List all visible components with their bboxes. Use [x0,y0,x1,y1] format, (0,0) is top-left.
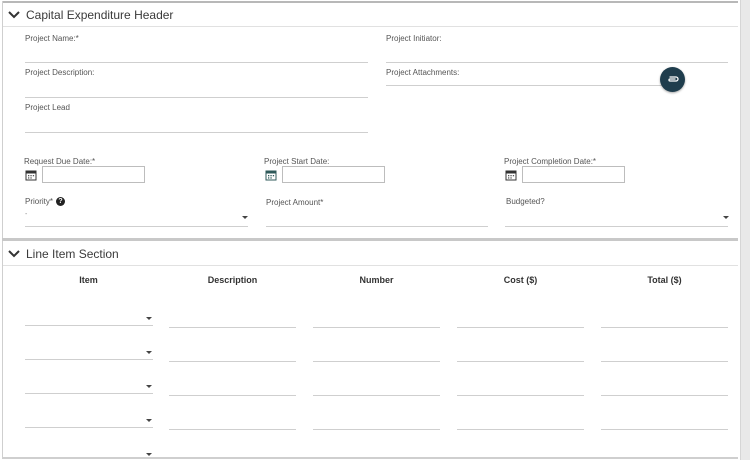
section-title: Line Item Section [26,246,119,261]
project-completion-date-label: Project Completion Date:* [504,157,597,166]
priority-select[interactable] [25,226,248,227]
line-item-section-toggle[interactable]: Line Item Section [3,242,738,266]
total-input[interactable] [601,327,728,328]
calendar-icon[interactable] [25,168,37,181]
budgeted-select[interactable] [505,226,728,227]
paperclip-icon [667,71,679,89]
caret-down-icon[interactable] [242,216,248,219]
column-header-description: Description [207,275,258,285]
caret-down-icon[interactable] [146,453,152,456]
project-attachments-field [386,85,664,86]
caret-down-icon[interactable] [146,317,152,320]
column-header-item: Item [79,275,98,285]
scrollbar-track[interactable] [740,0,750,460]
cost-input[interactable] [457,327,584,328]
form-window: Capital Expenditure Header Project Name:… [0,0,750,460]
project-completion-date-input[interactable] [522,166,625,183]
project-name-label: Project Name:* [25,34,79,43]
number-input[interactable] [313,361,440,362]
column-header-total: Total ($) [647,275,682,285]
help-circle-icon[interactable]: ? [56,197,65,206]
section-divider [2,238,738,241]
project-start-date-label: Project Start Date: [264,157,330,166]
project-lead-input[interactable] [25,132,368,133]
bottom-border [2,457,738,459]
request-due-date-label: Request Due Date:* [24,157,96,166]
project-description-input[interactable] [25,97,368,98]
number-input[interactable] [313,429,440,430]
total-input[interactable] [601,395,728,396]
description-input[interactable] [169,327,296,328]
project-lead-label: Project Lead [25,103,70,112]
section-title: Capital Expenditure Header [26,7,174,22]
attach-button[interactable] [660,67,685,92]
item-select[interactable] [25,393,153,394]
project-attachments-label: Project Attachments: [386,68,460,77]
column-header-cost: Cost ($) [503,275,538,285]
project-amount-label: Project Amount* [266,198,324,207]
cost-input[interactable] [457,361,584,362]
caret-down-icon[interactable] [146,385,152,388]
cost-input[interactable] [457,395,584,396]
description-input[interactable] [169,395,296,396]
caret-down-icon[interactable] [146,419,152,422]
capex-header-section-toggle[interactable]: Capital Expenditure Header [3,3,738,27]
project-start-date-input[interactable] [282,166,385,183]
calendar-icon[interactable] [265,168,277,181]
priority-label: Priority* [25,197,54,206]
item-select[interactable] [25,325,153,326]
project-initiator-input[interactable] [386,62,728,63]
description-input[interactable] [169,361,296,362]
description-input[interactable] [169,429,296,430]
chevron-down-icon[interactable] [3,242,25,266]
number-input[interactable] [313,327,440,328]
number-input[interactable] [313,395,440,396]
request-due-date-input[interactable] [42,166,145,183]
budgeted-label: Budgeted? [506,197,545,206]
caret-down-icon[interactable] [723,216,729,219]
total-input[interactable] [601,361,728,362]
project-name-input[interactable] [25,62,368,63]
project-description-label: Project Description: [25,68,95,77]
chevron-down-icon[interactable] [3,3,25,27]
priority-value: - [25,211,28,218]
left-border [2,1,3,459]
total-input[interactable] [601,429,728,430]
project-amount-input[interactable] [266,226,488,227]
item-select[interactable] [25,359,153,360]
caret-down-icon[interactable] [146,351,152,354]
calendar-icon[interactable] [505,168,517,181]
column-header-number: Number [359,275,394,285]
item-select[interactable] [25,427,153,428]
project-initiator-label: Project Initiator: [386,34,442,43]
cost-input[interactable] [457,429,584,430]
